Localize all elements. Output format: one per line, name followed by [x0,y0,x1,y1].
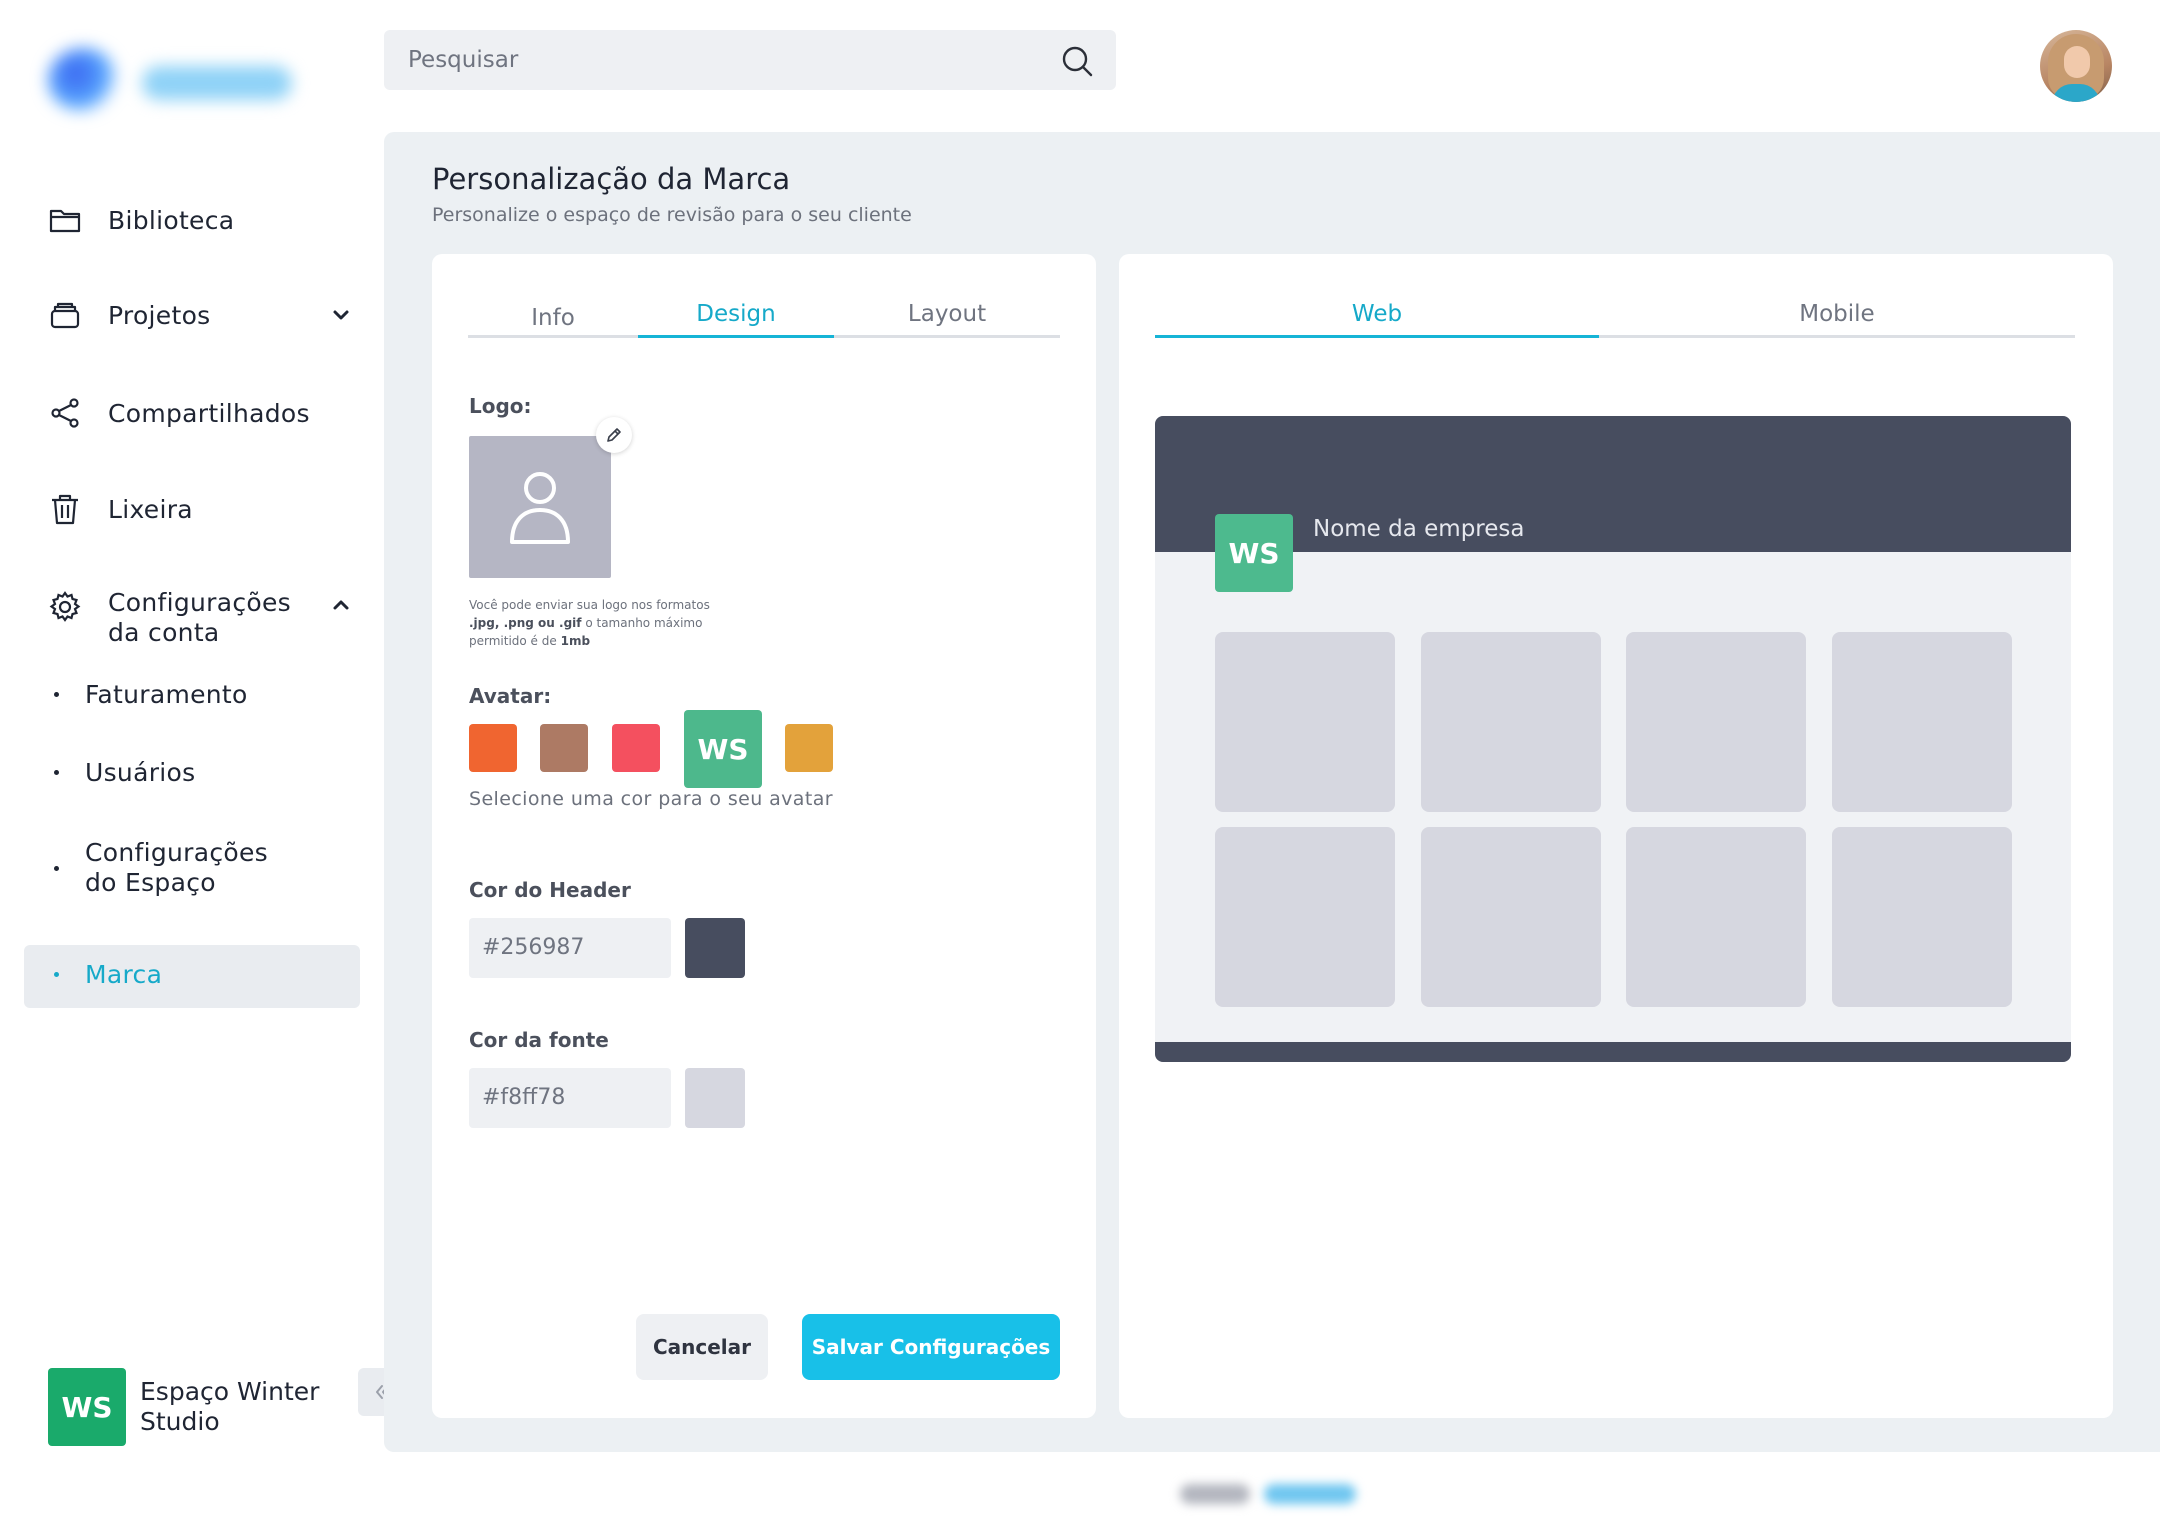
projects-icon [50,302,80,329]
font-color-swatch[interactable] [685,1068,745,1128]
page-subtitle: Personalize o espaço de revisão para o s… [432,204,912,226]
brand-editor-card: Info Design Layout Logo: Você pode envia… [432,254,1096,1418]
tab-web[interactable]: Web [1155,296,1599,338]
avatar-color-brown[interactable] [540,724,588,772]
sidebar-subitem-label: Marca [85,960,163,989]
bullet [54,865,59,871]
folder-icon [49,209,81,233]
workspace-badge: WS [48,1368,126,1446]
sidebar-item-label: Biblioteca [108,205,235,235]
page-title: Personalização da Marca [432,162,791,196]
logo-help-text: Você pode enviar sua logo nos formatos .… [469,598,710,648]
preview-tile [1832,827,2012,1007]
preview-tile [1215,827,1395,1007]
tab-layout[interactable]: Layout [834,296,1060,338]
web-preview: WS Nome da empresa [1155,416,2071,1062]
avatar-color-orange[interactable] [469,724,517,772]
search-icon[interactable] [1060,44,1094,78]
chevron-up-icon[interactable] [330,594,352,616]
edit-logo-button[interactable] [596,417,632,453]
avatar-color-red[interactable] [612,724,660,772]
sidebar-item-compartilhados[interactable]: Compartilhados [48,396,310,430]
logo-upload[interactable] [469,436,611,578]
header-color-label: Cor do Header [469,878,631,902]
pencil-icon [607,428,621,442]
logo-label: Logo: [469,394,532,418]
sidebar-item-projetos[interactable]: Projetos [48,298,349,332]
preview-tile [1215,632,1395,812]
header-color-input[interactable]: #256987 [469,918,671,978]
bullet [54,770,59,775]
avatar-color-green-selected[interactable]: WS [684,710,762,788]
preview-tile [1626,632,1806,812]
tab-design[interactable]: Design [638,296,834,338]
logo-wordmark [142,66,292,100]
user-avatar[interactable] [2040,30,2112,102]
user-placeholder-icon [510,472,570,544]
sidebar-item-biblioteca[interactable]: Biblioteca [48,203,234,237]
font-color-label: Cor da fonte [469,1028,609,1052]
preview-avatar-badge: WS [1215,514,1293,592]
preview-tile [1421,827,1601,1007]
app-logo[interactable] [42,42,302,122]
search-input[interactable] [408,30,1028,90]
sidebar-subitem-label: Configurações do Espaço [85,838,269,897]
sidebar-item-configuracoes-conta[interactable]: Configurações da conta [48,588,349,648]
tab-mobile[interactable]: Mobile [1599,296,2075,338]
sidebar-subitem-usuarios[interactable]: Usuários [54,758,195,787]
preview-tile [1832,632,2012,812]
sidebar-item-lixeira[interactable]: Lixeira [48,492,193,526]
sidebar-subitem-marca[interactable]: Marca [54,960,162,989]
logo-mark [48,48,118,112]
bullet [54,972,59,977]
sidebar-item-label: Projetos [108,300,211,330]
sidebar-subitem-label: Faturamento [85,680,248,709]
workspace-name: Espaço Winter Studio [140,1377,320,1436]
active-tab-indicator [1155,335,1599,338]
preview-tile [1421,632,1601,812]
main-content: Personalização da Marca Personalize o es… [384,132,2160,1452]
trash-icon [52,494,78,525]
sidebar-item-label: Compartilhados [108,398,310,428]
cancel-button[interactable]: Cancelar [636,1314,768,1380]
sidebar-subitem-label: Usuários [85,758,196,787]
avatar-hint: Selecione uma cor para o seu avatar [469,788,833,810]
sidebar-item-label: Configurações da conta [108,588,292,647]
preview-footer [1155,1042,2071,1062]
gear-icon [49,591,81,622]
workspace-switcher[interactable]: WS Espaço Winter Studio [48,1368,340,1446]
font-color-input[interactable]: #f8ff78 [469,1068,671,1128]
bullet [54,692,59,697]
avatar-color-yellow[interactable] [785,724,833,772]
editor-tabs: Info Design Layout [468,296,1060,338]
search-bar[interactable] [384,30,1116,90]
sidebar-subitem-configuracoes-espaco[interactable]: Configurações do Espaço [54,838,285,898]
avatar-label: Avatar: [469,684,552,708]
tab-info[interactable]: Info [468,300,638,342]
chevron-down-icon[interactable] [330,304,352,326]
footer-copyright [1180,1478,1360,1510]
save-settings-button[interactable]: Salvar Configurações [802,1314,1060,1380]
preview-tile [1626,827,1806,1007]
share-icon [51,398,79,428]
preview-tabs: Web Mobile [1155,296,2075,338]
sidebar-item-label: Lixeira [108,494,193,524]
header-color-swatch[interactable] [685,918,745,978]
active-tab-indicator [638,335,834,338]
sidebar-subitem-faturamento[interactable]: Faturamento [54,680,248,709]
brand-preview-card: Web Mobile WS Nome da empresa [1119,254,2113,1418]
preview-company-name: Nome da empresa [1313,516,1525,542]
